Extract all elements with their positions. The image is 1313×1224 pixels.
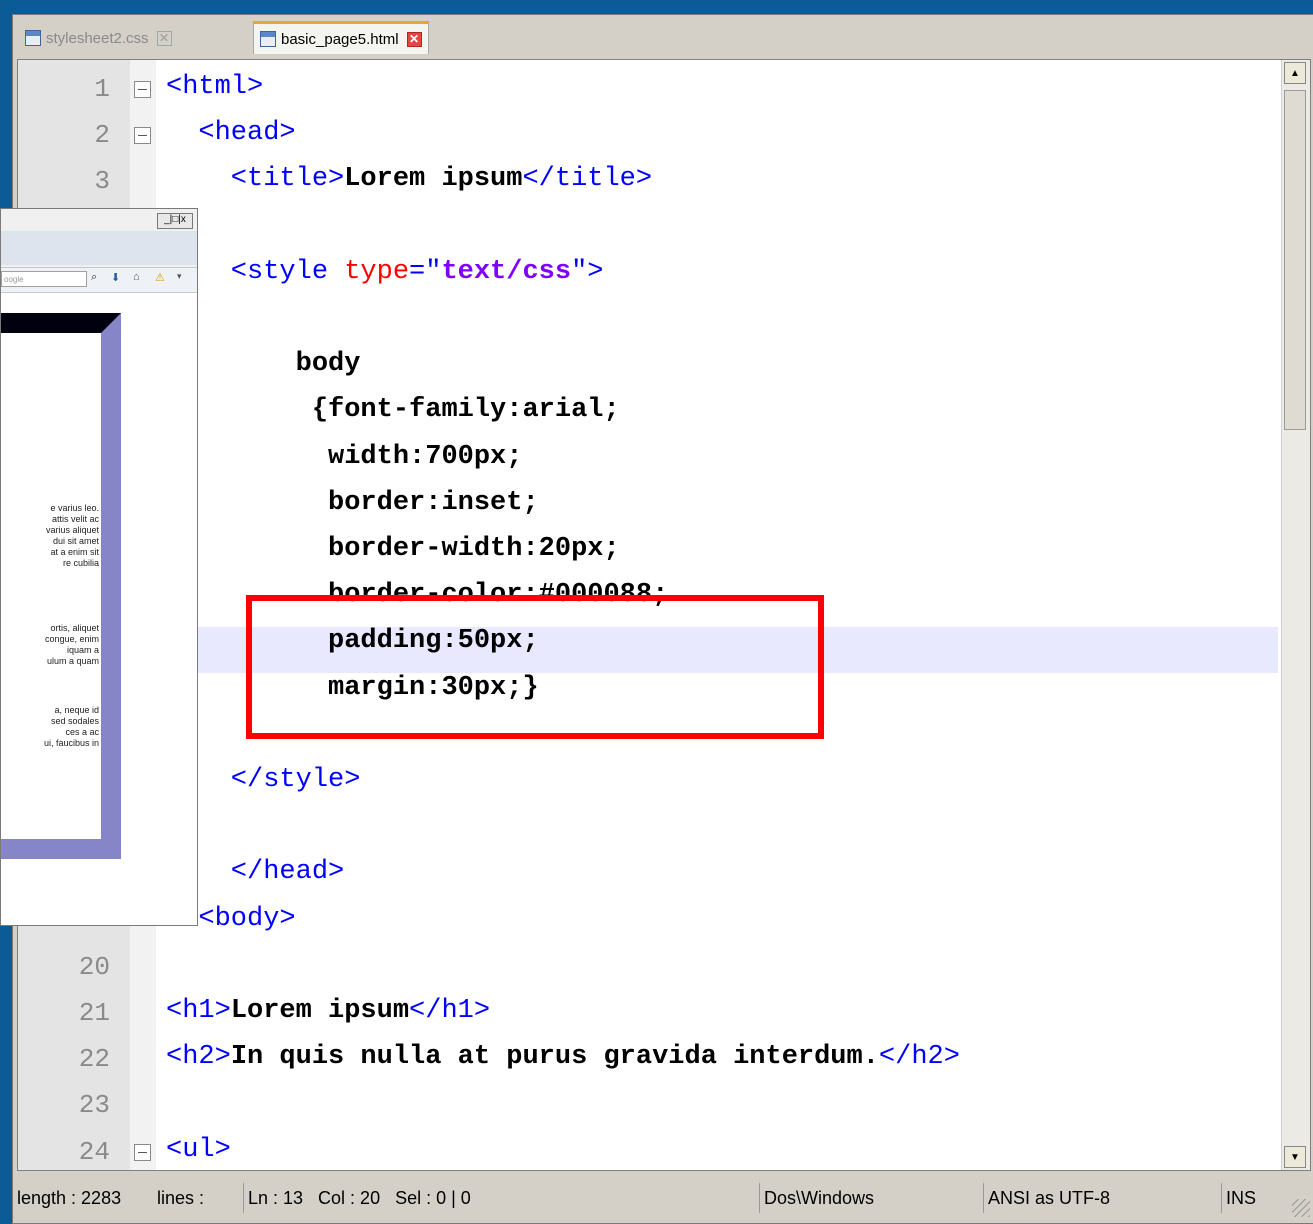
status-bar: length : 2283 lines : Ln : 13 Col : 20 S…: [13, 1175, 1313, 1223]
tab-label: basic_page5.html: [281, 30, 399, 48]
code-line[interactable]: 3 <title>Lorem ipsum</title>: [18, 160, 1278, 206]
code-token: <h1>: [166, 996, 231, 1026]
status-position: Ln : 13 Col : 20 Sel : 0 | 0: [243, 1183, 471, 1213]
code-token: </h1>: [409, 996, 491, 1026]
code-text: <head>: [166, 118, 296, 149]
code-text: {font-family:arial;: [166, 395, 620, 425]
inset-border-demo-box: [1, 313, 121, 859]
code-line[interactable]: border-width:20px;: [18, 530, 1278, 576]
line-number: 21: [78, 998, 110, 1028]
code-text: <ul>: [166, 1135, 231, 1165]
code-text: border-width:20px;: [166, 534, 620, 564]
code-line[interactable]: width:700px;: [18, 438, 1278, 484]
code-text: <h1>Lorem ipsum</h1>: [166, 996, 490, 1026]
code-line[interactable]: 2 <head>: [18, 114, 1278, 160]
code-line[interactable]: </style>: [18, 761, 1278, 807]
file-icon: [25, 30, 41, 46]
scroll-up-icon[interactable]: ▲: [1284, 62, 1306, 84]
tab-label: stylesheet2.css: [46, 29, 149, 47]
warning-icon[interactable]: ⚠: [155, 271, 165, 284]
home-icon[interactable]: ⌂: [133, 271, 140, 283]
code-line[interactable]: [18, 807, 1278, 853]
code-line[interactable]: [18, 299, 1278, 345]
line-number: 24: [78, 1136, 110, 1167]
code-token: border:inset;: [166, 487, 539, 518]
status-encoding: ANSI as UTF-8: [983, 1183, 1218, 1213]
code-token: <title>: [166, 164, 345, 195]
fold-toggle-icon[interactable]: [134, 127, 151, 145]
browser-page-content: e varius leo. attis velit ac varius aliq…: [1, 293, 197, 925]
line-number: 23: [78, 1090, 110, 1121]
code-line[interactable]: 20: [18, 946, 1278, 992]
window-controls[interactable]: _|□|x: [157, 213, 193, 229]
status-eol: Dos\Windows: [759, 1183, 974, 1213]
browser-search-input[interactable]: oogle: [1, 271, 87, 287]
code-text: <style type="text/css">: [166, 256, 604, 287]
code-token: </h2>: [878, 1042, 960, 1073]
code-text: <h2>In quis nulla at purus gravida inter…: [166, 1042, 960, 1072]
code-token: {font-family:arial;: [166, 395, 620, 426]
code-token: type: [344, 256, 410, 287]
code-token: <html>: [166, 72, 264, 102]
browser-preview-window: _|□|x oogle ⌕ ⬇ ⌂ ⚠ ▾ e varius leo. atti…: [0, 208, 198, 926]
code-line[interactable]: <style type="text/css">: [18, 253, 1278, 299]
line-number: 1: [94, 74, 110, 104]
code-token: text/css: [441, 256, 572, 287]
code-token: ">: [571, 256, 604, 287]
close-icon[interactable]: ✕: [406, 31, 422, 47]
paragraph-text: a, neque id sed sodales ces a ac ui, fau…: [43, 705, 99, 748]
resize-grip-icon[interactable]: [1292, 1199, 1310, 1217]
tab-basic-page5-html[interactable]: basic_page5.html ✕: [253, 21, 429, 54]
code-line[interactable]: 21 <h1>Lorem ipsum</h1>: [18, 992, 1278, 1038]
tab-bar: stylesheet2.css ✕ basic_page5.html ✕: [13, 15, 1313, 59]
fold-toggle-icon[interactable]: [134, 81, 151, 98]
code-line[interactable]: 22 <h2>In quis nulla at purus gravida int…: [18, 1038, 1278, 1084]
code-text: <title>Lorem ipsum</title>: [166, 164, 652, 194]
line-number: 3: [94, 166, 110, 197]
code-text: width:700px;: [166, 442, 522, 472]
code-line[interactable]: 24 <ul>: [18, 1131, 1278, 1170]
code-token: border-width:20px;: [166, 534, 620, 564]
highlight-annotation-box: [246, 595, 824, 739]
code-token: =": [409, 256, 442, 287]
file-icon: [260, 31, 276, 47]
chevron-down-icon[interactable]: ▾: [177, 271, 182, 282]
line-number: 22: [78, 1044, 110, 1075]
code-text: border:inset;: [166, 488, 539, 518]
line-number: 20: [78, 951, 110, 982]
code-token: Lorem ipsum: [230, 996, 410, 1026]
code-line[interactable]: body: [18, 345, 1278, 391]
paragraph-text: ortis, aliquet congue, enim iquam a ulum…: [44, 623, 99, 666]
status-lines: lines :: [157, 1188, 205, 1208]
close-icon[interactable]: ✕: [156, 30, 172, 46]
code-token: <h2>: [166, 1042, 231, 1073]
scroll-down-icon[interactable]: ▼: [1284, 1146, 1306, 1168]
status-mode: INS: [1221, 1183, 1276, 1213]
vertical-scrollbar[interactable]: ▲ ▼: [1281, 60, 1310, 1170]
code-line[interactable]: <body>: [18, 900, 1278, 946]
code-token: width:700px;: [166, 441, 523, 472]
scroll-thumb[interactable]: [1284, 90, 1306, 430]
fold-toggle-icon[interactable]: [134, 1143, 151, 1161]
code-token: <ul>: [166, 1134, 231, 1165]
code-token: </title>: [522, 164, 653, 195]
paragraph-text: e varius leo. attis velit ac varius aliq…: [45, 503, 99, 568]
tab-stylesheet2-css[interactable]: stylesheet2.css ✕: [19, 23, 178, 53]
code-line[interactable]: </head>: [18, 853, 1278, 899]
code-line[interactable]: 1 <html>: [18, 68, 1278, 114]
code-token: <head>: [166, 118, 296, 149]
status-length: length : 2283: [17, 1188, 122, 1208]
code-text: <html>: [166, 72, 263, 102]
code-line[interactable]: border:inset;: [18, 484, 1278, 530]
code-line[interactable]: [18, 207, 1278, 253]
line-number: 2: [94, 120, 110, 151]
code-line[interactable]: 23: [18, 1084, 1278, 1130]
code-line[interactable]: {font-family:arial;: [18, 391, 1278, 437]
download-icon[interactable]: ⬇: [111, 271, 120, 284]
browser-toolbar: [1, 231, 197, 265]
code-token: Lorem ipsum: [344, 164, 523, 195]
search-icon[interactable]: ⌕: [91, 271, 97, 284]
code-token: In quis nulla at purus gravida interdum.: [230, 1042, 879, 1073]
